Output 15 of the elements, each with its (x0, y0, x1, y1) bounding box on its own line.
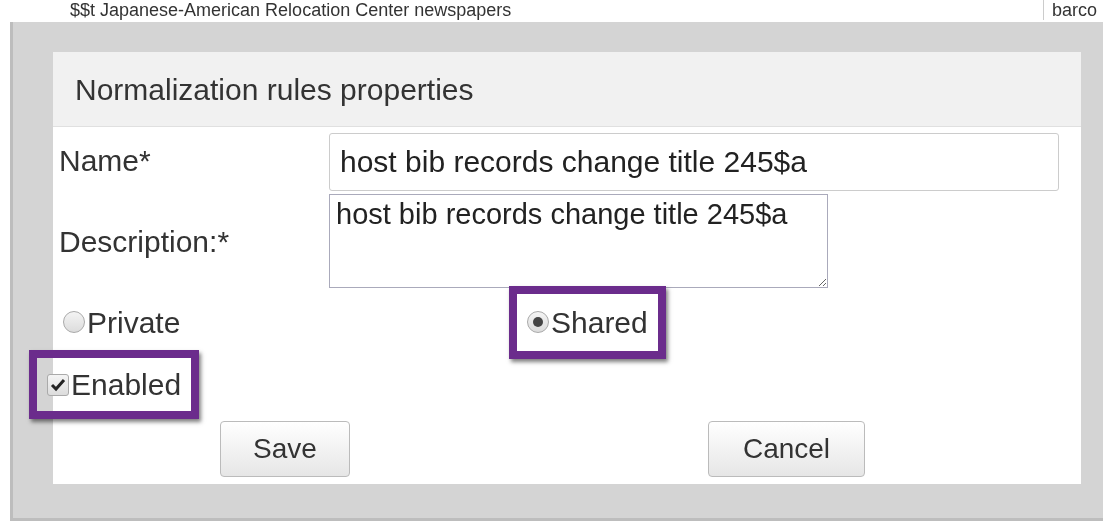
name-field[interactable]: host bib records change title 245$a (329, 133, 1059, 191)
radio-icon[interactable] (63, 311, 85, 333)
field-label: Description:* (59, 223, 231, 260)
checkbox-option[interactable]: Enabled (47, 362, 182, 407)
field-label: Name* (59, 142, 152, 179)
background-cell: barco (1043, 0, 1103, 20)
radio-icon[interactable] (527, 311, 549, 333)
description-field[interactable]: host bib records change title 245$a (329, 194, 828, 288)
background-title: $$t Japanese-American Relocation Center newspapers (70, 0, 513, 20)
dialog-title: Normalization rules properties (75, 71, 474, 108)
radio-option[interactable]: Private (63, 299, 181, 345)
radio-option[interactable]: Shared (527, 299, 648, 345)
save-button[interactable]: Save (220, 421, 350, 477)
cancel-button[interactable]: Cancel (708, 421, 865, 477)
checkbox-icon[interactable] (47, 373, 69, 396)
